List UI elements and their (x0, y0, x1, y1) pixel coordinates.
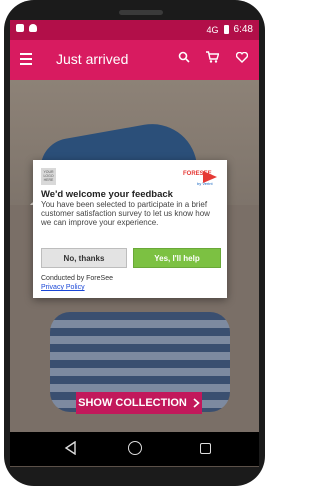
speaker (119, 10, 163, 15)
chevron-right-icon (193, 398, 200, 408)
page-title: Just arrived (56, 51, 129, 67)
conducted-by-text: Conducted by ForeSee (41, 275, 113, 282)
no-thanks-button[interactable]: No, thanks (41, 248, 127, 268)
dialog-body: You have been selected to participate in… (41, 200, 210, 227)
android-icon (29, 24, 37, 32)
signal-icon: 4G (206, 24, 219, 35)
battery-icon (223, 25, 229, 34)
privacy-policy-link[interactable]: Privacy Policy (41, 284, 85, 291)
yes-help-button[interactable]: Yes, I'll help (133, 248, 221, 268)
recent-apps-icon[interactable] (200, 443, 211, 454)
show-collection-label: SHOW COLLECTION (78, 397, 187, 409)
show-collection-button[interactable]: SHOW COLLECTION (76, 392, 202, 414)
menu-icon[interactable] (20, 53, 32, 68)
search-icon[interactable] (178, 51, 190, 66)
dialog-title: We'd welcome your feedback (41, 189, 173, 200)
status-time: 6:48 (233, 24, 253, 35)
your-logo-placeholder: YOUR LOGO HERE (41, 168, 56, 185)
app-bar: Just arrived (10, 40, 259, 80)
android-nav-bar (10, 432, 259, 466)
cart-icon[interactable] (206, 51, 220, 66)
back-icon[interactable] (64, 441, 78, 455)
heart-icon[interactable] (235, 51, 249, 66)
feedback-dialog: YOUR LOGO HERE FORESEE by Verint We'd we… (33, 160, 227, 298)
notification-icon (16, 24, 24, 32)
foresee-logo: FORESEE by Verint (183, 171, 219, 186)
home-icon[interactable] (128, 441, 142, 455)
status-bar: 4G 6:48 (10, 20, 259, 40)
